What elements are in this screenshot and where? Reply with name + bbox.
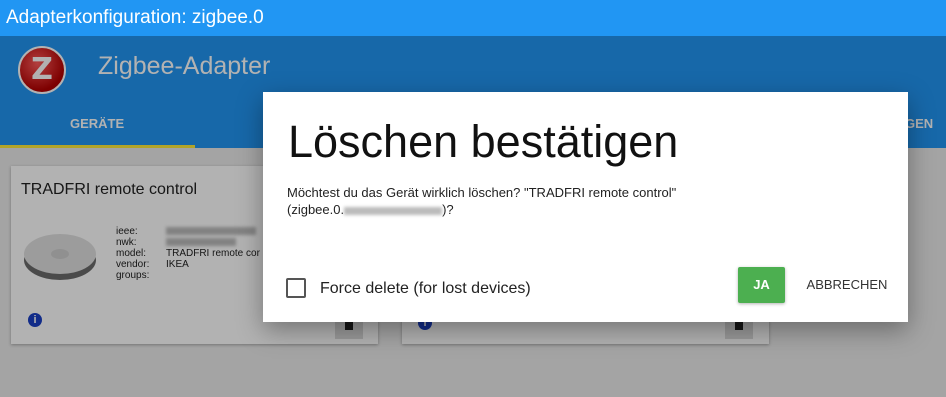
confirm-delete-dialog: Löschen bestätigen Möchtest du das Gerät… xyxy=(263,92,908,322)
cancel-button[interactable]: ABBRECHEN xyxy=(797,267,897,303)
dialog-message-line1: Möchtest du das Gerät wirklich löschen? … xyxy=(287,185,677,200)
redacted-device-id xyxy=(344,206,443,215)
dialog-title: Löschen bestätigen xyxy=(288,116,679,167)
force-delete-checkbox[interactable] xyxy=(286,278,306,298)
yes-button[interactable]: JA xyxy=(738,267,785,303)
window-title: Adapterkonfiguration: zigbee.0 xyxy=(0,0,946,36)
dialog-message-line2: (zigbee.0.)? xyxy=(287,202,454,217)
force-delete-label[interactable]: Force delete (for lost devices) xyxy=(320,280,531,298)
dialog-message: Möchtest du das Gerät wirklich löschen? … xyxy=(287,184,827,218)
